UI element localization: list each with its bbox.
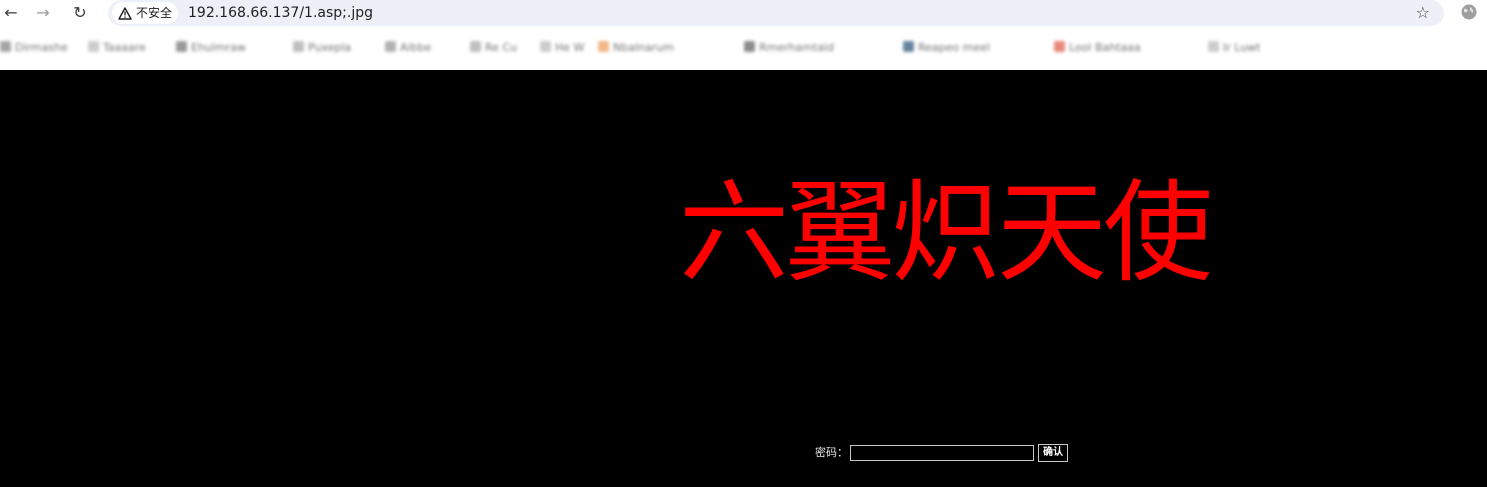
star-icon[interactable]: ☆ <box>1416 2 1430 24</box>
bookmark-item[interactable]: Puxepla <box>293 41 351 55</box>
security-indicator[interactable]: 不安全 <box>112 2 179 24</box>
address-bar[interactable]: 不安全 192.168.66.137/1.asp;.jpg ☆ <box>108 0 1444 26</box>
bookmark-item[interactable]: Rmerhamtald <box>744 41 834 55</box>
bookmark-item[interactable]: Ehulmraw <box>176 41 246 55</box>
password-label: 密码： <box>815 446 848 459</box>
bookmark-item[interactable]: Taaaare <box>88 41 146 55</box>
bookmark-item[interactable]: Aibbe <box>385 41 431 55</box>
bookmarks-bar: Dirmashe Taaaare Ehulmraw Puxepla Aibbe … <box>0 36 1487 62</box>
warning-triangle-icon <box>118 6 132 20</box>
globe-icon[interactable] <box>1460 3 1478 21</box>
browser-toolbar: ← → ↻ 不安全 192.168.66.137/1.asp;.jpg ☆ <box>0 0 1487 26</box>
bookmark-item[interactable]: He W <box>540 41 584 55</box>
bookmark-item[interactable]: Re Cu <box>470 41 517 55</box>
security-label: 不安全 <box>136 6 173 20</box>
browser-chrome: ← → ↻ 不安全 192.168.66.137/1.asp;.jpg ☆ Di… <box>0 0 1487 70</box>
password-input[interactable] <box>850 445 1034 461</box>
bookmark-item[interactable]: Lool Bahtaaa <box>1054 41 1141 55</box>
url-text[interactable]: 192.168.66.137/1.asp;.jpg <box>188 0 373 26</box>
bookmark-item[interactable]: Dirmashe <box>0 41 68 55</box>
confirm-button[interactable]: 确认 <box>1038 444 1068 462</box>
reload-icon[interactable]: ↻ <box>69 2 91 24</box>
page-content: 六翼炽天使 密码： 确认 <box>0 70 1487 487</box>
bookmark-item[interactable]: Ir Luwt <box>1208 41 1260 55</box>
back-arrow-icon[interactable]: ← <box>0 2 22 24</box>
password-form: 密码： 确认 <box>815 444 1068 462</box>
bookmark-item[interactable]: Reapeo meel <box>903 41 990 55</box>
bookmark-item[interactable]: Nbalnarum <box>598 41 674 55</box>
banner-title: 六翼炽天使 <box>679 169 1213 297</box>
forward-arrow-icon[interactable]: → <box>32 2 54 24</box>
